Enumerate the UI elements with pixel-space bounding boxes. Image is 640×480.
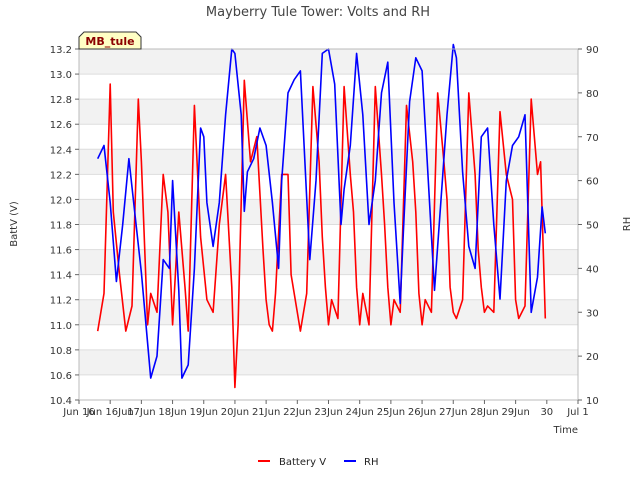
left-axis-tick-label: 11.4 [50,271,72,282]
legend-item-battery-v[interactable]: Battery V [258,457,326,468]
x-axis-tick-label: 17Jun [127,407,155,418]
left-axis-tick-label: 11.6 [50,246,72,257]
left-axis-tick-label: 11.0 [50,321,72,332]
x-axis-tick-label: 22Jun [283,407,311,418]
x-axis-tick-label: 23Jun [314,407,342,418]
x-axis-ticks: Jun 16Jun 16Jun17Jun 18Jun 19Jun 20Jun 21Jun… [62,400,589,418]
right-axis-tick-label: 40 [586,264,599,275]
x-axis-tick-label: 28Jun [470,407,498,418]
legend-label-rh: RH [364,457,378,468]
left-axis-tick-label: 10.6 [50,371,72,382]
chart: 10.4 10.6 10.8 11.0 11.2 11.4 11.6 11.8 12.0 12.2… [9,5,633,468]
right-axis-tick-label: 30 [586,308,599,319]
left-axis-tick-label: 10.8 [50,346,72,357]
x-axis-tick-label: 27Jun [439,407,467,418]
y-axis-left-label: BattV (V) [9,201,20,247]
left-axis-tick-label: 12.4 [50,145,72,156]
right-axis-tick-label: 80 [586,89,599,100]
right-axis-tick-label: 10 [586,396,599,407]
plot-band [79,324,578,350]
chart-title: Mayberry Tule Tower: Volts and RH [206,5,430,20]
plot-band [79,349,578,375]
plot-band [79,149,578,175]
right-axis-tick-label: 70 [586,133,599,144]
x-axis-tick-label: 18Jun [158,407,186,418]
x-axis-tick-label: 30 [540,407,553,418]
x-axis-label: Time [553,425,578,436]
legend-label-battery-v: Battery V [279,457,326,468]
y-axis-right-label: RH [622,217,633,231]
left-axis-tick-label: 12.0 [50,195,72,206]
left-axis-tick-label: 11.2 [50,296,72,307]
left-axis-ticks: 10.4 10.6 10.8 11.0 11.2 11.4 11.6 11.8 12.0 12.2… [50,45,79,407]
legend-item-rh[interactable]: RH [344,457,378,468]
left-axis-tick-label: 11.8 [50,221,72,232]
left-axis-tick-label: 13.2 [50,45,72,56]
left-axis-tick-label: 12.2 [50,170,72,181]
x-axis-tick-label: 24Jun [346,407,374,418]
plot-band [79,274,578,300]
x-axis-tick-label: 21Jun [252,407,280,418]
x-axis-tick-label: 20Jun [221,407,249,418]
plot-band [79,199,578,225]
plot-band [79,174,578,200]
plot-band [79,74,578,100]
right-axis-tick-label: 60 [586,177,599,188]
legend: Battery V RH [258,457,378,468]
right-axis-tick-label: 50 [586,221,599,232]
x-axis-tick-label: 29Jun [501,407,529,418]
x-axis-tick-label: 19Jun [190,407,218,418]
left-axis-tick-label: 12.6 [50,120,72,131]
left-axis-tick-label: 12.8 [50,95,72,106]
right-axis-tick-label: 20 [586,352,599,363]
site-badge[interactable]: MB_tule [78,31,142,50]
site-badge-label: MB_tule [85,35,134,48]
left-axis-tick-label: 10.4 [50,396,72,407]
left-axis-tick-label: 13.0 [50,70,72,81]
right-axis-ticks: 10 20 30 40 50 60 70 80 90 [578,45,599,407]
right-axis-tick-label: 90 [586,45,599,56]
x-axis-tick-label: 26Jun [408,407,436,418]
plot-band [79,374,578,400]
x-axis-tick-label: Jul 1 [566,407,589,418]
plot-band [79,99,578,125]
x-axis-tick-label: 25Jun [377,407,405,418]
